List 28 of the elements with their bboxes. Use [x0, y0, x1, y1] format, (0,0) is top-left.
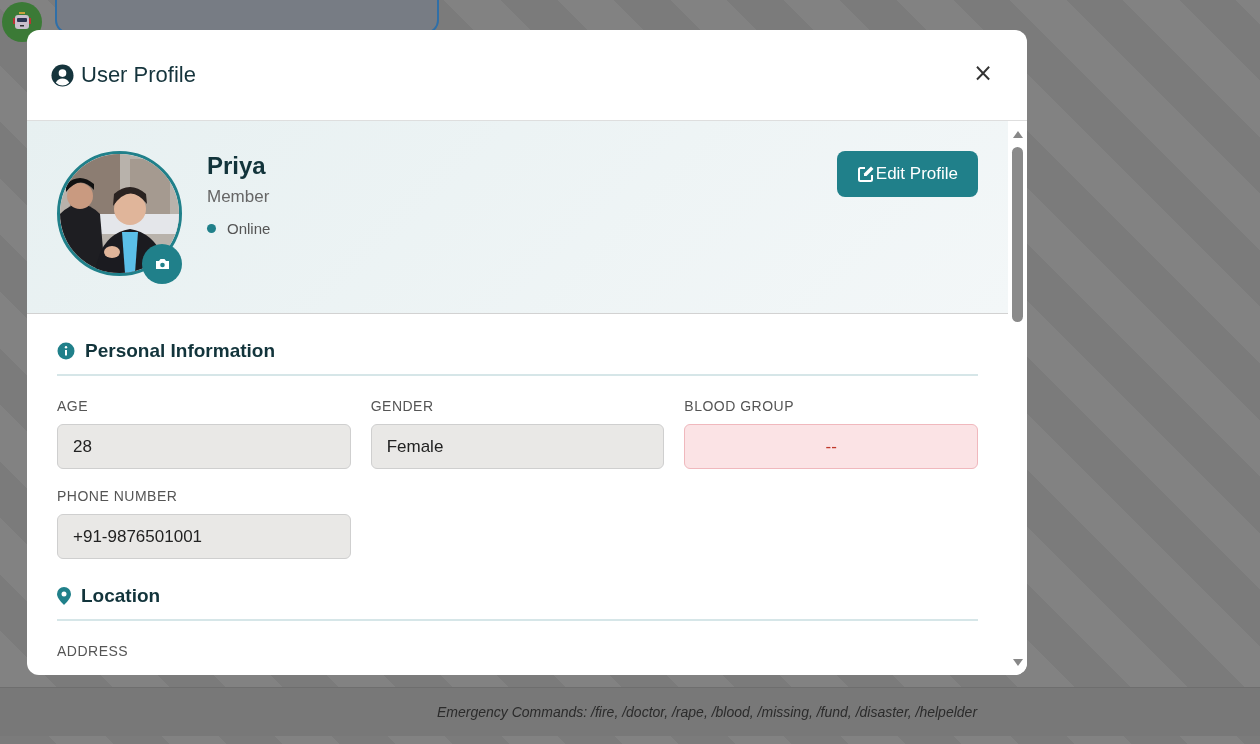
- robot-avatar-icon[interactable]: [2, 2, 42, 42]
- edit-profile-button[interactable]: Edit Profile: [836, 151, 978, 197]
- scroll-down-icon[interactable]: [1011, 659, 1024, 667]
- info-icon: [57, 342, 75, 360]
- user-name: Priya: [207, 152, 267, 180]
- input-field[interactable]: Female: [370, 424, 665, 469]
- field-label: ADDRESS: [57, 643, 130, 659]
- input-field[interactable]: 28: [57, 424, 351, 469]
- scroll-up-icon[interactable]: [1011, 130, 1024, 138]
- section-title: Personal Information: [85, 340, 276, 362]
- close-button[interactable]: ×: [968, 61, 997, 85]
- field-label: AGE: [57, 398, 90, 414]
- camera-icon: [154, 258, 170, 270]
- field-label: BLOOD GROUP: [684, 398, 796, 414]
- command-hint: Emergency Commands: /fire, /doctor, /rape, /blood, /missing, /fund, /disaster, /helpelder: [437, 704, 978, 720]
- field-label: PHONE NUMBER: [57, 488, 179, 504]
- status-text: Online: [227, 220, 271, 237]
- map-pin-icon: [57, 587, 71, 605]
- input-field[interactable]: +91-9876501001: [57, 514, 351, 559]
- edit-icon: [856, 165, 875, 183]
- user-role: Member: [207, 187, 271, 207]
- section-title: Location: [81, 585, 161, 607]
- dialog-title: User Profile: [81, 62, 196, 88]
- input-field[interactable]: --: [684, 424, 978, 469]
- field-label: GENDER: [370, 398, 435, 414]
- scroll-thumb[interactable]: [1012, 147, 1023, 322]
- user-icon: [51, 63, 74, 87]
- camera-button[interactable]: [142, 244, 182, 284]
